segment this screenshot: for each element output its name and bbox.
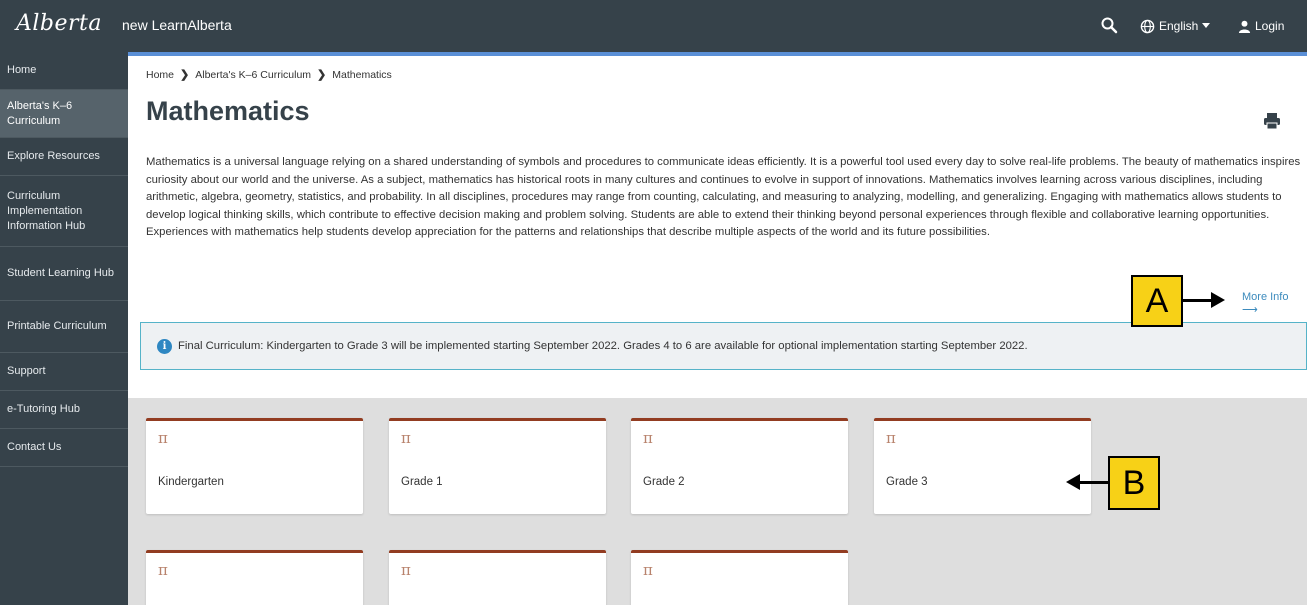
callout-b-arrow (1078, 481, 1108, 484)
grade-card-grade-3[interactable]: π Grade 3 (874, 418, 1091, 514)
breadcrumb-k6-curriculum[interactable]: Alberta's K–6 Curriculum (195, 69, 311, 81)
grade-card-label: Grade 1 (401, 476, 443, 488)
sidebar-item-printable-curriculum[interactable]: Printable Curriculum (0, 301, 128, 353)
arrowhead-right-icon (1211, 292, 1225, 308)
curriculum-notice: i Final Curriculum: Kindergarten to Grad… (140, 322, 1307, 370)
login-label: Login (1255, 19, 1285, 33)
breadcrumb-home[interactable]: Home (146, 69, 174, 81)
sidebar-item-implementation-hub[interactable]: Curriculum Implementation Information Hu… (0, 176, 128, 247)
print-button[interactable] (1263, 112, 1283, 130)
grade-card[interactable]: π (146, 550, 363, 605)
user-icon (1238, 20, 1251, 33)
grade-card[interactable]: π (389, 550, 606, 605)
grade-card-label: Kindergarten (158, 476, 224, 488)
pi-icon: π (158, 429, 168, 447)
sidebar-item-explore-resources[interactable]: Explore Resources (0, 138, 128, 176)
top-bar: Alberta new LearnAlberta English Login (0, 0, 1307, 52)
search-icon (1101, 17, 1118, 34)
sidebar-item-home[interactable]: Home (0, 52, 128, 90)
info-icon: i (157, 338, 172, 354)
arrowhead-left-icon (1066, 474, 1080, 490)
pi-icon: π (643, 429, 653, 447)
pi-icon: π (401, 429, 411, 447)
language-dropdown[interactable]: English (1140, 16, 1211, 36)
app-title[interactable]: new LearnAlberta (122, 17, 232, 33)
more-info-link[interactable]: More Info ⟶ (1242, 291, 1307, 316)
chevron-right-icon: ❯ (180, 69, 190, 81)
caret-down-icon (1202, 23, 1211, 28)
more-info-label: More Info (1242, 291, 1289, 303)
printer-icon (1264, 113, 1280, 130)
alberta-logo[interactable]: Alberta (16, 11, 102, 36)
grade-card-grade-2[interactable]: π Grade 2 (631, 418, 848, 514)
login-button[interactable]: Login (1238, 16, 1284, 36)
grade-card-kindergarten[interactable]: π Kindergarten (146, 418, 363, 514)
chevron-right-icon: ❯ (317, 69, 327, 81)
callout-a-arrow (1183, 299, 1213, 302)
sidebar-item-contact-us[interactable]: Contact Us (0, 429, 128, 467)
search-button[interactable] (1100, 16, 1120, 36)
globe-icon (1140, 19, 1155, 33)
sidebar: Home Alberta's K–6 Curriculum Explore Re… (0, 52, 128, 605)
callout-b: B (1108, 456, 1160, 510)
pi-icon: π (886, 429, 896, 447)
language-label: English (1159, 19, 1199, 33)
sidebar-item-support[interactable]: Support (0, 353, 128, 391)
grade-card-label: Grade 2 (643, 476, 685, 488)
pi-icon: π (158, 561, 168, 579)
grade-card-label: Grade 3 (886, 476, 928, 488)
callout-a: A (1131, 275, 1183, 327)
grade-card-grade-1[interactable]: π Grade 1 (389, 418, 606, 514)
breadcrumb: Home ❯ Alberta's K–6 Curriculum ❯ Mathem… (146, 68, 392, 82)
arrow-right-icon: ⟶ (1242, 304, 1258, 316)
notice-text: Final Curriculum: Kindergarten to Grade … (178, 340, 1028, 352)
pi-icon: π (643, 561, 653, 579)
page-title: Mathematics (146, 96, 310, 126)
intro-paragraph: Mathematics is a universal language rely… (146, 156, 1301, 238)
sidebar-item-e-tutoring-hub[interactable]: e-Tutoring Hub (0, 391, 128, 429)
main-content: Home ❯ Alberta's K–6 Curriculum ❯ Mathem… (128, 56, 1307, 605)
sidebar-item-k6-curriculum[interactable]: Alberta's K–6 Curriculum (0, 90, 128, 138)
sidebar-item-student-learning-hub[interactable]: Student Learning Hub (0, 247, 128, 301)
pi-icon: π (401, 561, 411, 579)
breadcrumb-mathematics: Mathematics (332, 68, 392, 81)
grade-card[interactable]: π (631, 550, 848, 605)
